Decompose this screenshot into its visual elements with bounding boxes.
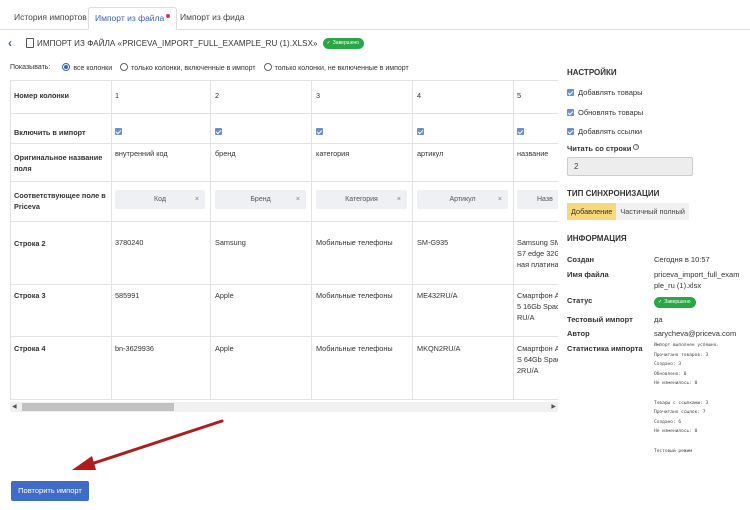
repeat-import-button[interactable]: Повторить импорт xyxy=(11,481,89,501)
annotation-arrow-icon xyxy=(72,419,224,470)
